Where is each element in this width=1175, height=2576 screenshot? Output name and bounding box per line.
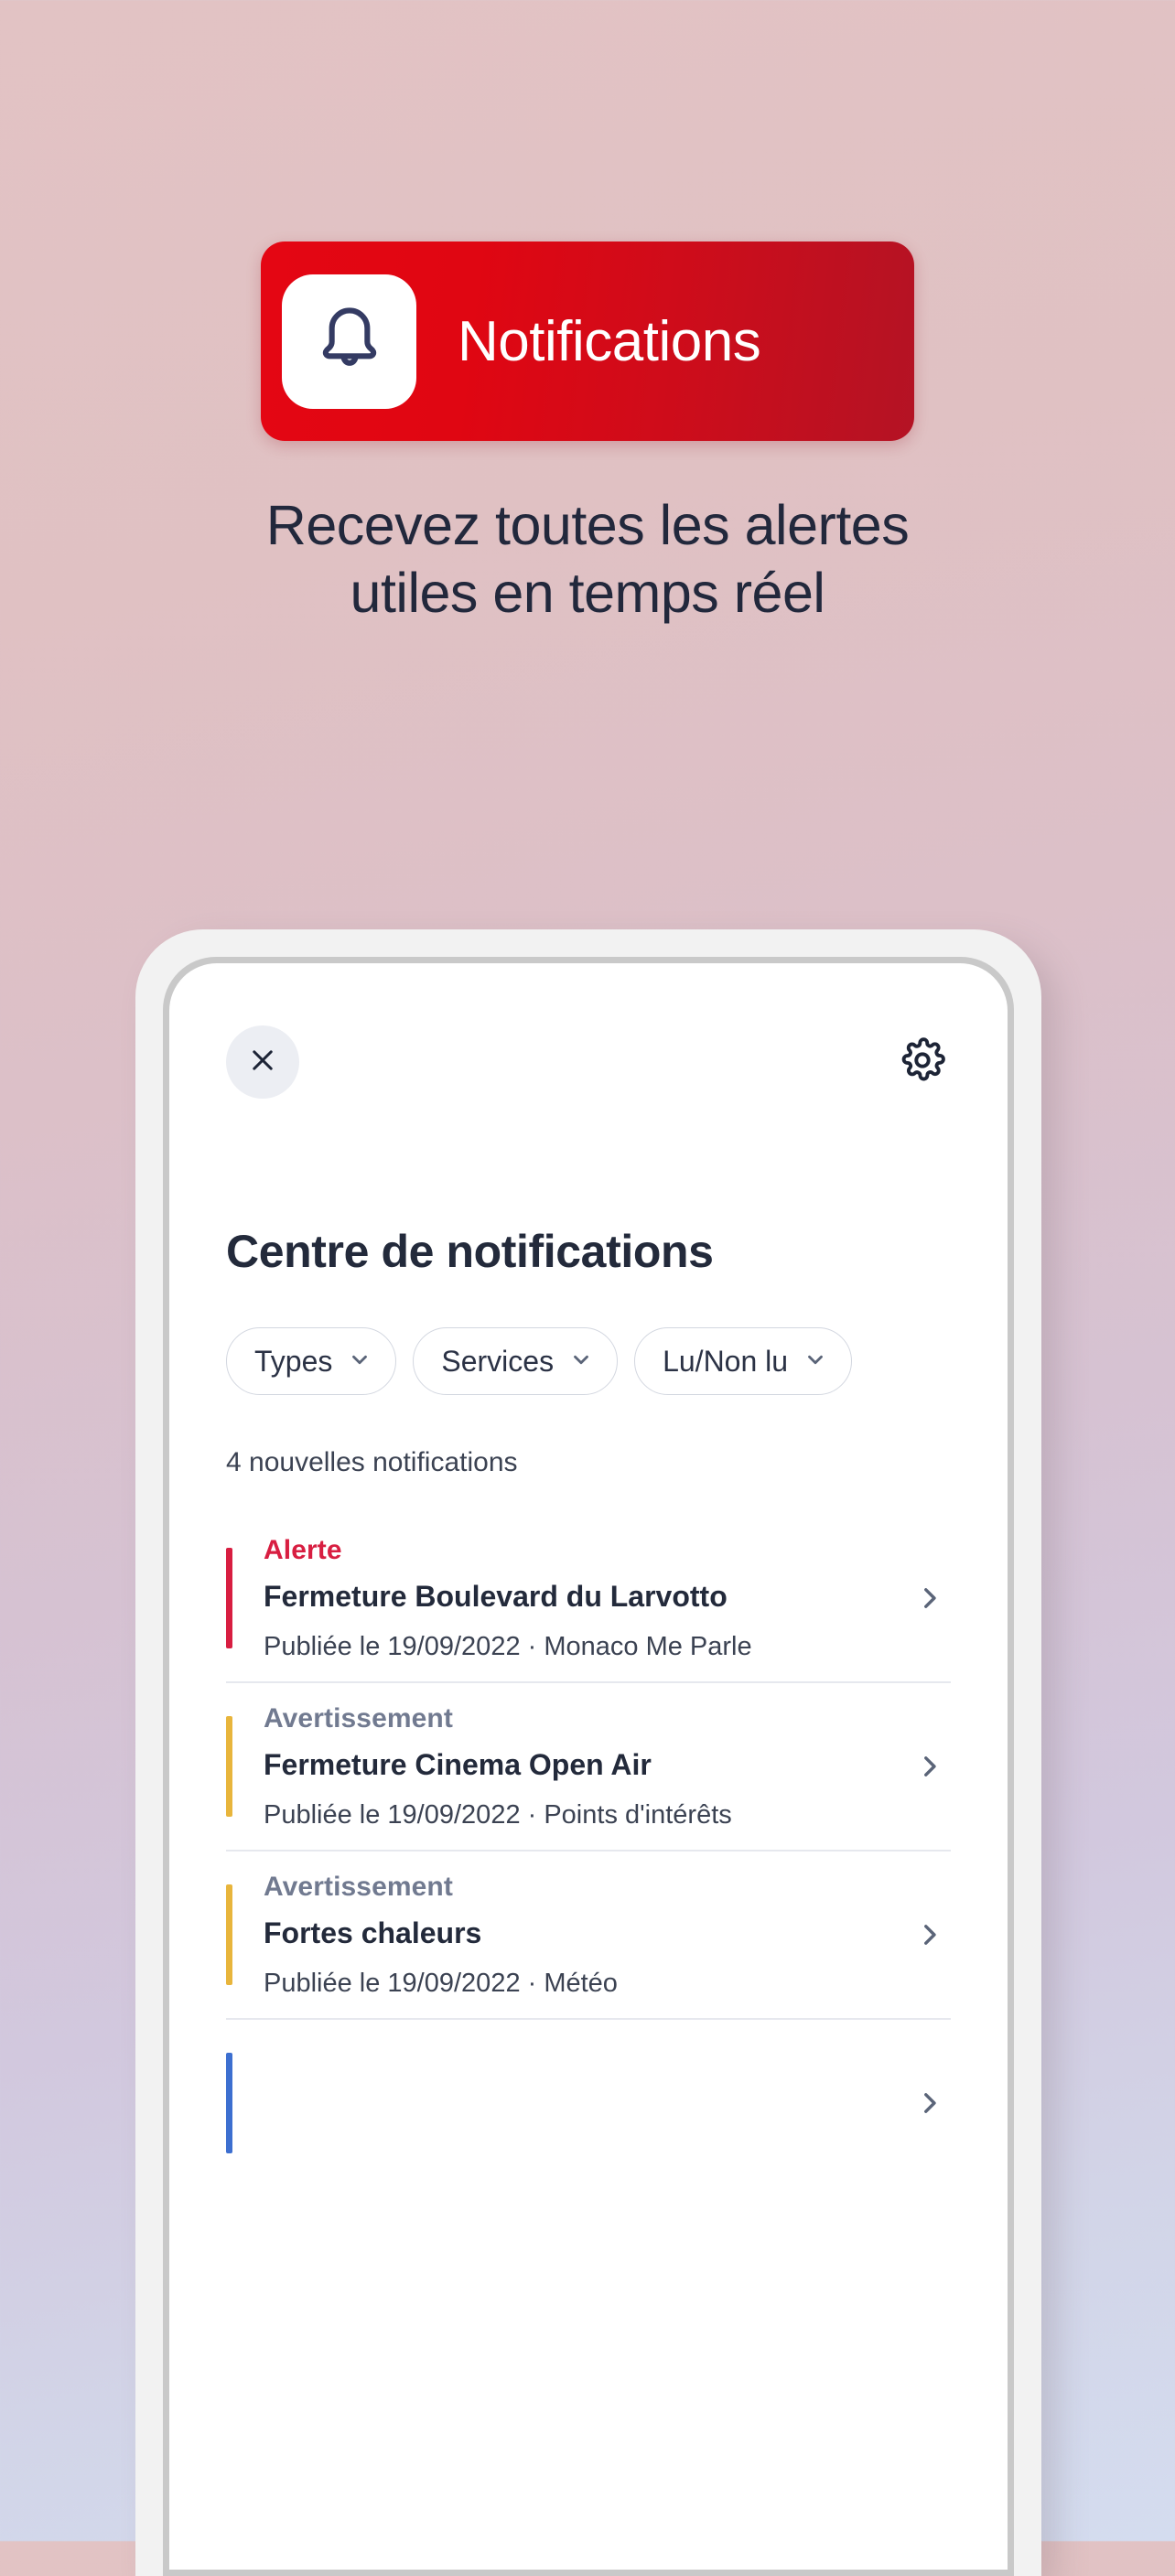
headline-line-1: Recevez toutes les alertes <box>265 494 910 556</box>
notification-type: Avertissement <box>264 1702 453 1733</box>
notification-meta: Publiée le 19/09/2022 · Monaco Me Parle <box>264 1631 752 1661</box>
filter-chip-services-label: Services <box>441 1344 555 1378</box>
hero-headline: Recevez toutes les alertes utiles en tem… <box>0 491 1175 628</box>
notification-meta: Publiée le 19/09/2022 · Météo <box>264 1968 618 1998</box>
filter-chip-types[interactable]: Types <box>226 1327 397 1395</box>
notification-title: Fortes chaleurs <box>264 1916 482 1949</box>
filter-chip-services[interactable]: Services <box>413 1327 619 1395</box>
phone-screen: Centre de notifications Types Services L… <box>169 963 1008 2570</box>
app-topbar <box>226 1025 951 1099</box>
notification-count: 4 nouvelles notifications <box>226 1447 518 1477</box>
chevron-right-icon[interactable] <box>909 1751 951 1782</box>
page-title: Centre de notifications <box>226 1226 714 1277</box>
notification-item[interactable]: Alerte Fermeture Boulevard du Larvotto P… <box>226 1515 951 1681</box>
notification-content <box>232 2094 909 2112</box>
notification-item[interactable]: Avertissement Fermeture Cinema Open Air … <box>226 1683 951 1850</box>
headline-line-2: utiles en temps réel <box>350 562 825 625</box>
notification-meta: Publiée le 19/09/2022 · Points d'intérêt… <box>264 1799 732 1830</box>
chevron-down-icon <box>348 1347 372 1376</box>
notification-item[interactable]: Avertissement Fortes chaleurs Publiée le… <box>226 1852 951 2018</box>
severity-bar <box>226 2053 232 2153</box>
chevron-right-icon[interactable] <box>909 1583 951 1614</box>
filter-chip-read-status[interactable]: Lu/Non lu <box>634 1327 853 1395</box>
phone-mockup: Centre de notifications Types Services L… <box>135 929 1041 2576</box>
gear-icon <box>899 1036 946 1089</box>
notification-title: Fermeture Boulevard du Larvotto <box>264 1579 728 1613</box>
phone-bezel: Centre de notifications Types Services L… <box>163 957 1014 2576</box>
notification-content: Avertissement Fermeture Cinema Open Air … <box>232 1703 909 1830</box>
notifications-badge: Notifications <box>261 242 914 441</box>
notification-item[interactable] <box>226 2020 951 2186</box>
bell-icon <box>310 300 389 383</box>
notification-list: Alerte Fermeture Boulevard du Larvotto P… <box>226 1515 951 2186</box>
close-icon <box>247 1045 278 1080</box>
severity-bar <box>226 1548 232 1648</box>
notification-title: Fermeture Cinema Open Air <box>264 1747 652 1781</box>
filter-chip-read-status-label: Lu/Non lu <box>663 1344 789 1378</box>
notification-type: Avertissement <box>264 1871 453 1902</box>
notification-content: Alerte Fermeture Boulevard du Larvotto P… <box>232 1535 909 1662</box>
chevron-down-icon <box>803 1347 827 1376</box>
bell-icon-container <box>282 274 416 409</box>
notification-type: Alerte <box>264 1534 342 1565</box>
close-button[interactable] <box>226 1025 299 1099</box>
badge-title: Notifications <box>458 309 761 373</box>
filter-chip-types-label: Types <box>254 1344 333 1378</box>
chevron-right-icon[interactable] <box>909 1919 951 1950</box>
settings-button[interactable] <box>894 1034 951 1090</box>
severity-bar <box>226 1716 232 1817</box>
chevron-right-icon[interactable] <box>909 2088 951 2119</box>
severity-bar <box>226 1884 232 1985</box>
chevron-down-icon <box>569 1347 593 1376</box>
filter-chip-row: Types Services Lu/Non lu <box>226 1327 951 1395</box>
notification-content: Avertissement Fortes chaleurs Publiée le… <box>232 1872 909 1999</box>
